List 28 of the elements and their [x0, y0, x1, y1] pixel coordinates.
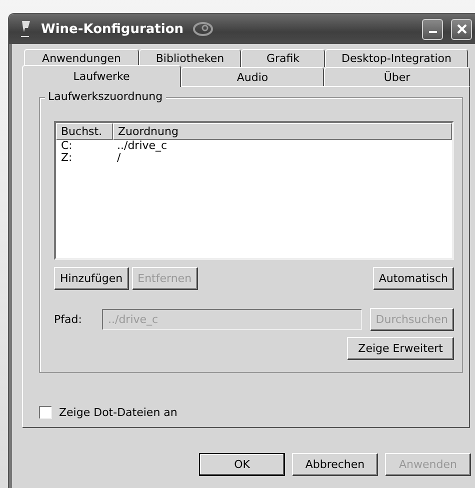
tab[interactable]: Über — [324, 67, 470, 86]
table-cell-text: Z: — [60, 152, 74, 164]
table-cell: / — [117, 152, 121, 164]
dialog-button[interactable]: Abbrechen — [292, 453, 378, 476]
column-header[interactable]: Zuordnung — [113, 123, 452, 140]
close-icon — [456, 23, 468, 35]
tab[interactable]: Desktop-Integration — [325, 49, 468, 67]
wine-glass-icon — [19, 20, 33, 38]
advanced-button[interactable]: Zeige Erweitert — [347, 337, 454, 360]
minimize-button[interactable] — [422, 18, 443, 40]
dialog-button[interactable]: OK — [199, 453, 285, 476]
group-title: Laufwerkszuordnung — [45, 90, 166, 103]
column-header[interactable]: Buchst. — [56, 123, 113, 140]
tab[interactable]: Laufwerke — [22, 65, 181, 87]
drive-button[interactable]: Automatisch — [372, 267, 454, 290]
tab[interactable]: Audio — [181, 67, 324, 86]
table-cell: ../drive_c — [117, 140, 168, 152]
window-title: Wine-Konfiguration — [41, 22, 184, 36]
table-cell-text: C: — [60, 140, 74, 152]
drive-button[interactable]: Hinzufügen — [54, 267, 129, 290]
minimize-icon — [428, 31, 436, 33]
checkbox[interactable] — [39, 406, 52, 419]
tab[interactable]: Bibliotheken — [139, 49, 241, 67]
checkbox-label: Zeige Dot-Dateien an — [59, 406, 178, 419]
swirl-icon — [192, 21, 214, 37]
tab[interactable]: Grafik — [241, 49, 325, 67]
path-label: Pfad: — [54, 313, 83, 326]
close-button[interactable] — [451, 18, 472, 40]
